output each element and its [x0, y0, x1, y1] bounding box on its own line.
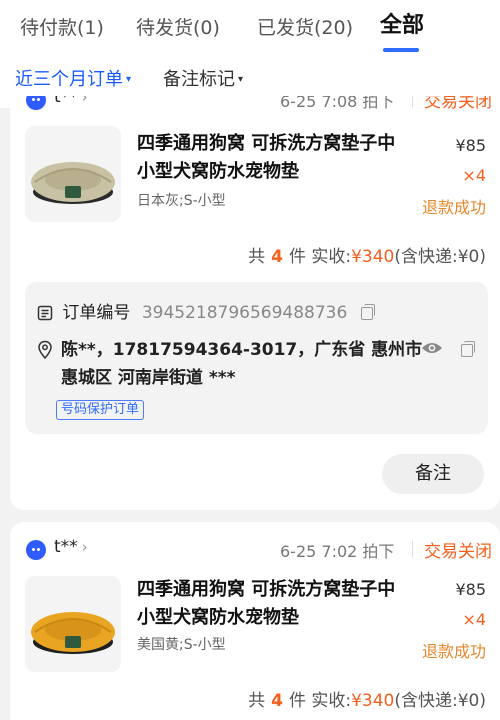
copy-address-icon[interactable]	[461, 341, 475, 357]
order-status: 交易关闭	[424, 96, 492, 112]
order-card-header: t** › 6-25 7:02 拍下 交易关闭	[10, 536, 500, 568]
tab-shipped[interactable]: 已发货(20)	[257, 14, 353, 42]
order-card-header: t** › 6-25 7:08 拍下 交易关闭	[10, 96, 500, 118]
time-range-filter-label: 近三个月订单	[15, 69, 123, 90]
product-price: ¥85	[455, 580, 486, 599]
tab-pending-payment[interactable]: 待付款(1)	[20, 14, 104, 42]
divider	[412, 541, 413, 557]
product-title[interactable]: 四季通用狗窝 可拆洗方窝垫子中小型犬窝防水宠物垫	[137, 576, 407, 632]
total-prefix: 共	[248, 691, 266, 711]
order-total: 共4件 实收:¥340(含快递:¥0)	[248, 686, 486, 711]
product-price: ¥85	[455, 136, 486, 155]
shop-name-text: t**	[54, 537, 78, 557]
dog-bed-yellow-image	[25, 576, 121, 672]
total-count: 4	[271, 247, 283, 267]
order-time: 6-25 7:02 拍下	[280, 542, 395, 561]
document-icon	[37, 305, 53, 321]
shop-name[interactable]: t** ›	[54, 537, 88, 557]
total-amount: ¥340	[351, 691, 395, 711]
remark-flag-filter[interactable]: 备注标记 ▾	[163, 66, 243, 94]
order-number[interactable]: 3945218796569488736	[142, 303, 348, 323]
tab-all[interactable]: 全部	[380, 12, 424, 40]
total-count: 4	[271, 691, 283, 711]
shipping-fee: (含快递:¥0)	[394, 691, 486, 711]
shop-name[interactable]: t** ›	[54, 96, 88, 107]
order-info-box: 订单编号 3945218796569488736 陈**，17817594364…	[25, 282, 488, 434]
product-spec: 美国黄;S-小型	[137, 637, 226, 653]
tab-pending-shipment[interactable]: 待发货(0)	[136, 14, 220, 42]
total-suffix: 件 实收:	[288, 247, 352, 267]
caret-down-icon: ▾	[126, 74, 132, 85]
order-number-row: 订单编号 3945218796569488736	[37, 298, 375, 323]
shop-avatar-icon	[26, 540, 46, 560]
shipping-address: 陈**，17817594364-3017，广东省 惠州市 惠城区 河南岸街道 *…	[61, 340, 423, 388]
total-prefix: 共	[248, 247, 266, 267]
shop-avatar-icon	[26, 96, 46, 110]
remark-flag-filter-label: 备注标记	[163, 69, 235, 90]
top-bar: 待付款(1) 待发货(0) 已发货(20) 全部 近三个月订单 ▾ 备注标记 ▾	[0, 0, 500, 108]
active-tab-indicator	[383, 48, 419, 52]
dog-bed-gray-image	[25, 126, 121, 222]
total-amount: ¥340	[351, 247, 395, 267]
order-total: 共4件 实收:¥340(含快递:¥0)	[248, 242, 486, 267]
shipping-fee: (含快递:¥0)	[394, 247, 486, 267]
chevron-right-icon: ›	[81, 538, 88, 556]
order-time: 6-25 7:08 拍下	[280, 96, 395, 111]
divider	[412, 96, 413, 107]
shop-name-text: t**	[54, 96, 78, 107]
product-spec: 日本灰;S-小型	[137, 193, 226, 209]
caret-down-icon: ▾	[238, 74, 244, 85]
privacy-order-tag: 号码保护订单	[56, 400, 145, 420]
order-card[interactable]: t** › 6-25 7:08 拍下 交易关闭 四季通用狗窝 可拆洗方窝垫子中小型…	[10, 96, 500, 510]
remark-button[interactable]: 备注	[382, 454, 484, 494]
filter-bar: 近三个月订单 ▾ 备注标记 ▾	[0, 66, 500, 96]
product-image[interactable]	[25, 126, 121, 222]
refund-status[interactable]: 退款成功	[422, 638, 486, 662]
product-quantity: ×4	[462, 610, 486, 629]
product-quantity: ×4	[462, 166, 486, 185]
refund-status[interactable]: 退款成功	[422, 194, 486, 218]
eye-icon[interactable]	[421, 340, 443, 356]
order-status-tabs: 待付款(1) 待发货(0) 已发货(20) 全部	[0, 12, 500, 54]
total-suffix: 件 实收:	[288, 691, 352, 711]
chevron-right-icon: ›	[81, 96, 88, 106]
order-card[interactable]: t** › 6-25 7:02 拍下 交易关闭 四季通用狗窝 可拆洗方窝垫子中小型…	[10, 522, 500, 720]
copy-icon[interactable]	[360, 303, 375, 320]
time-range-filter[interactable]: 近三个月订单 ▾	[15, 66, 131, 94]
order-number-label: 订单编号	[62, 303, 131, 323]
location-pin-icon	[38, 340, 52, 360]
product-title[interactable]: 四季通用狗窝 可拆洗方窝垫子中小型犬窝防水宠物垫	[137, 130, 407, 186]
product-image[interactable]	[25, 576, 121, 672]
order-status: 交易关闭	[424, 542, 492, 562]
